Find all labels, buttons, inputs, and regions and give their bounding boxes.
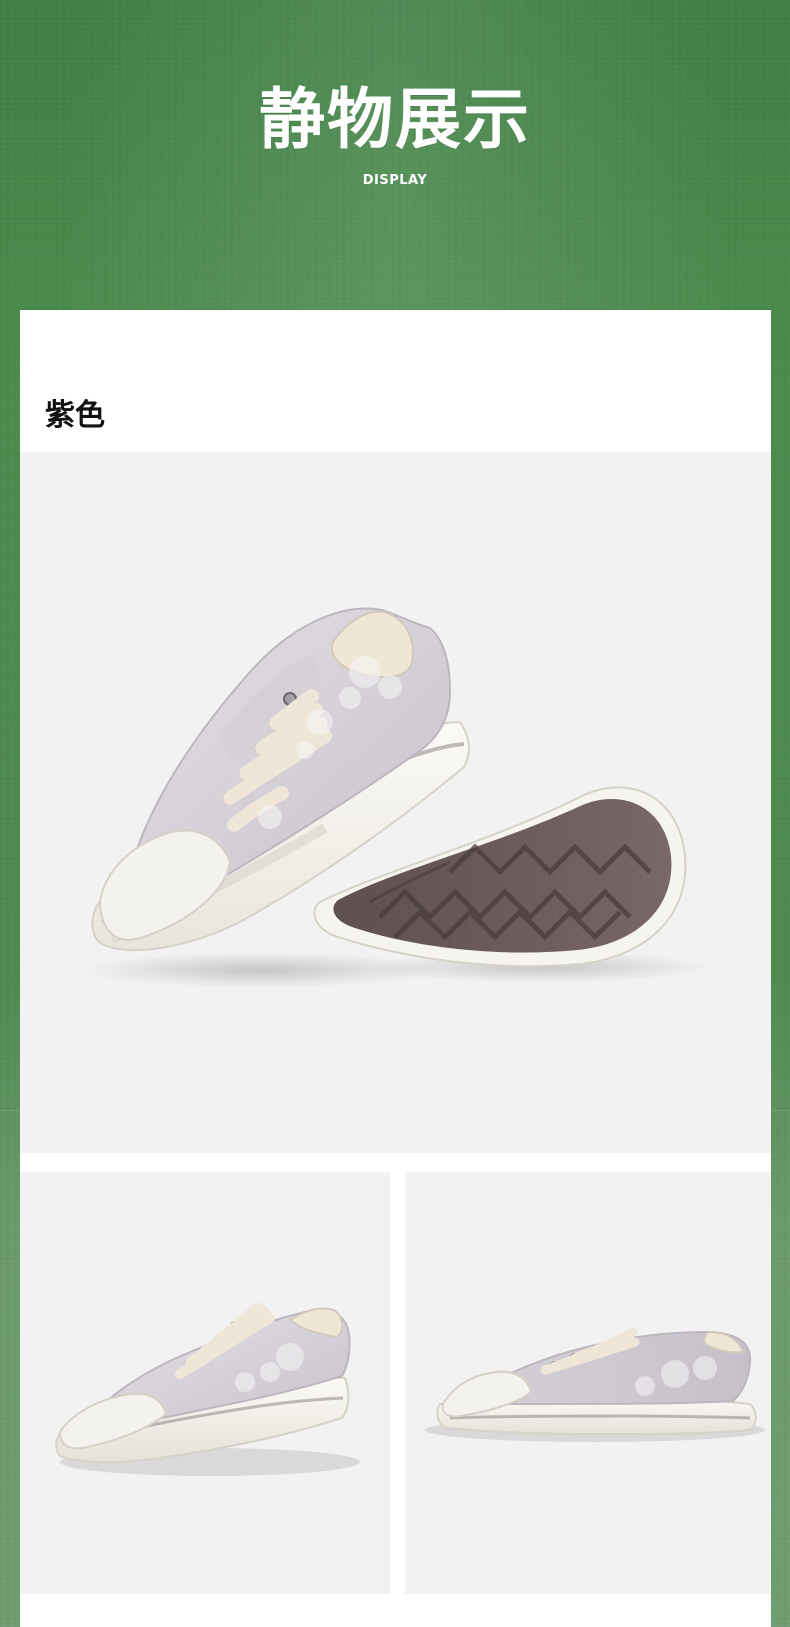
sneaker-angled-photo-icon: [55, 1303, 360, 1476]
section-header: 静物展示 DISPLAY: [0, 0, 790, 310]
thumbnail-image-left: [20, 1172, 390, 1594]
color-variant-label: 紫色: [45, 398, 105, 433]
hero-product-image: [20, 452, 771, 1153]
sneaker-side-photo-icon: [425, 1327, 765, 1442]
page-subtitle: DISPLAY: [362, 173, 428, 188]
page-title: 静物展示: [259, 81, 531, 158]
display-card: 紫色: [20, 310, 771, 1627]
sneaker-pair-photo-icon: [80, 607, 710, 988]
thumbnail-image-right: [405, 1172, 771, 1594]
